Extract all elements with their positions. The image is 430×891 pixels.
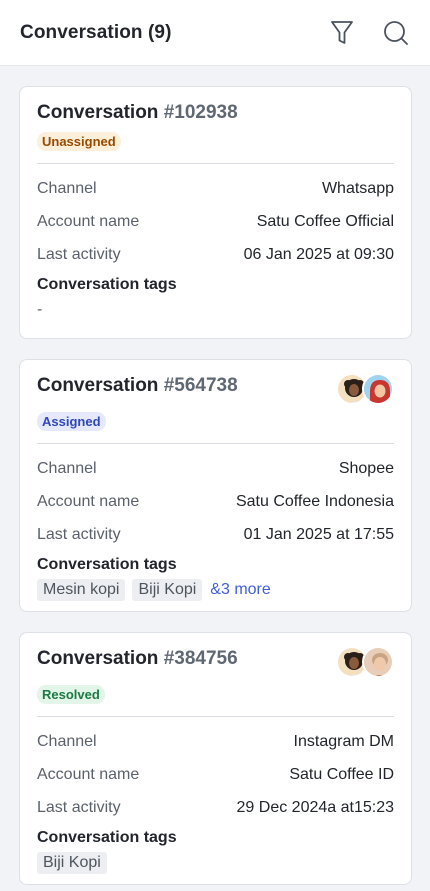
channel-label: Channel bbox=[37, 732, 97, 750]
last-activity-value: 29 Dec 2024a at15:23 bbox=[236, 798, 394, 816]
channel-row: Channel Shopee bbox=[37, 452, 394, 485]
channel-row: Channel Whatsapp bbox=[37, 172, 394, 205]
channel-row: Channel Instagram DM bbox=[37, 725, 394, 758]
last-activity-row: Last activity 06 Jan 2025 at 09:30 bbox=[37, 238, 394, 271]
account-name-label: Account name bbox=[37, 492, 140, 510]
page-title: Conversation (9) bbox=[20, 21, 172, 43]
last-activity-value: 06 Jan 2025 at 09:30 bbox=[243, 245, 394, 263]
conversation-card[interactable]: Conversation #102938 Unassigned Channel … bbox=[19, 86, 412, 339]
account-name-row: Account name Satu Coffee Official bbox=[37, 205, 394, 238]
channel-value: Whatsapp bbox=[321, 179, 394, 197]
conversation-title: Conversation #102938 bbox=[37, 101, 238, 125]
account-name-value: Satu Coffee Indonesia bbox=[235, 492, 394, 510]
conversation-card[interactable]: Conversation #384756 Resolved Channel In… bbox=[19, 632, 412, 885]
conversation-tags-title: Conversation tags bbox=[37, 829, 177, 846]
last-activity-label: Last activity bbox=[37, 245, 121, 263]
conversation-tags-title: Conversation tags bbox=[37, 556, 177, 573]
no-tags-placeholder: - bbox=[37, 301, 43, 318]
conversation-list: Conversation #102938 Unassigned Channel … bbox=[19, 86, 412, 891]
conversation-title-label: Conversation bbox=[37, 648, 159, 669]
conversation-tags: Mesin kopi Biji Kopi &3 more bbox=[37, 579, 394, 601]
last-activity-label: Last activity bbox=[37, 798, 121, 816]
last-activity-row: Last activity 01 Jan 2025 at 17:55 bbox=[37, 518, 394, 551]
channel-value: Shopee bbox=[338, 459, 394, 477]
conversation-tags: Biji Kopi bbox=[37, 852, 394, 874]
account-name-label: Account name bbox=[37, 212, 140, 230]
tag-chip: Mesin kopi bbox=[37, 579, 126, 601]
status-badge: Assigned bbox=[37, 412, 106, 431]
conversation-tags-title: Conversation tags bbox=[37, 276, 177, 293]
account-name-row: Account name Satu Coffee Indonesia bbox=[37, 485, 394, 518]
conversation-title-label: Conversation bbox=[37, 102, 159, 123]
avatar bbox=[362, 646, 394, 678]
divider bbox=[37, 716, 394, 717]
conversation-title: Conversation #384756 bbox=[37, 647, 238, 671]
last-activity-label: Last activity bbox=[37, 525, 121, 543]
avatar bbox=[362, 373, 394, 405]
account-name-label: Account name bbox=[37, 765, 140, 783]
channel-label: Channel bbox=[37, 459, 97, 477]
assignee-avatars bbox=[336, 373, 394, 405]
conversation-number: #564738 bbox=[163, 375, 238, 396]
search-icon[interactable] bbox=[382, 19, 410, 47]
status-badge: Resolved bbox=[37, 685, 105, 704]
filter-icon[interactable] bbox=[328, 19, 356, 47]
channel-label: Channel bbox=[37, 179, 97, 197]
conversation-tags: - bbox=[37, 299, 394, 321]
account-name-value: Satu Coffee Official bbox=[256, 212, 394, 230]
tag-chip: Biji Kopi bbox=[132, 579, 203, 601]
last-activity-value: 01 Jan 2025 at 17:55 bbox=[243, 525, 394, 543]
account-name-value: Satu Coffee ID bbox=[289, 765, 394, 783]
conversation-title: Conversation #564738 bbox=[37, 374, 238, 398]
account-name-row: Account name Satu Coffee ID bbox=[37, 758, 394, 791]
conversation-card[interactable]: Conversation #564738 Assigned Channel Sh… bbox=[19, 359, 412, 612]
status-badge: Unassigned bbox=[37, 132, 121, 151]
channel-value: Instagram DM bbox=[293, 732, 394, 750]
header-actions bbox=[328, 19, 410, 47]
divider bbox=[37, 443, 394, 444]
last-activity-row: Last activity 29 Dec 2024a at15:23 bbox=[37, 791, 394, 824]
conversation-number: #102938 bbox=[163, 102, 238, 123]
tag-chip: Biji Kopi bbox=[37, 852, 107, 874]
more-tags-link[interactable]: &3 more bbox=[210, 581, 270, 599]
conversation-number: #384756 bbox=[163, 648, 238, 669]
conversation-title-label: Conversation bbox=[37, 375, 159, 396]
header-bar: Conversation (9) bbox=[0, 0, 430, 66]
assignee-avatars bbox=[336, 646, 394, 678]
divider bbox=[37, 163, 394, 164]
